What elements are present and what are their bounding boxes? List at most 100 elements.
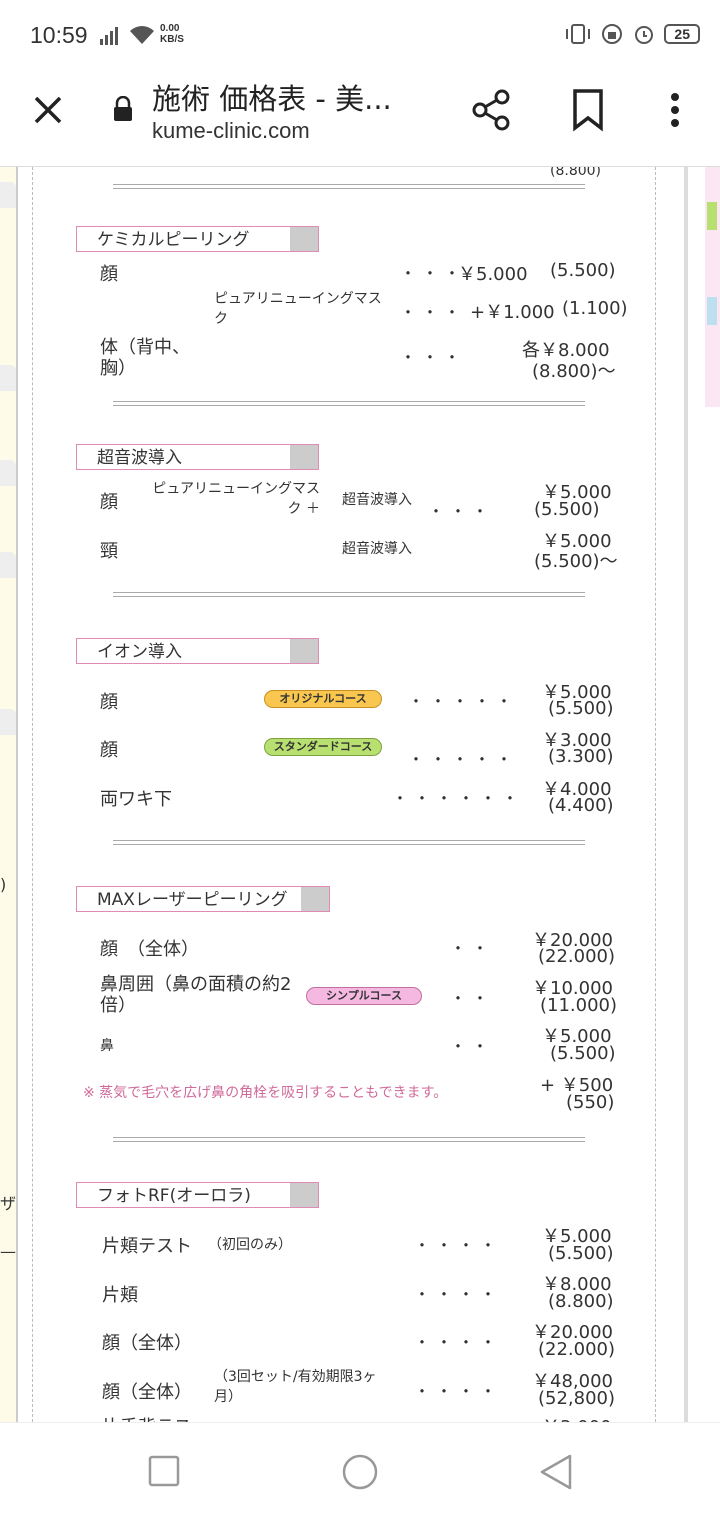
sidebar-tab[interactable] — [0, 460, 16, 486]
item-name: 顔 — [100, 264, 118, 285]
close-icon[interactable] — [28, 90, 68, 130]
leader-dots: ・・・・・ — [408, 692, 519, 711]
item-price-tax: (8.800)〜 — [532, 361, 616, 382]
item-name: 顔 （全体） — [100, 939, 199, 960]
item-name: 片頬テスト — [102, 1236, 192, 1257]
leader-dots: ・・ — [450, 939, 495, 958]
item-price-tax: (3.300) — [548, 746, 614, 767]
section-divider — [113, 1137, 585, 1142]
section-divider — [113, 840, 585, 845]
network-speed: 0.00 KB/S — [160, 23, 184, 45]
item-name: 顔 — [100, 692, 118, 713]
item-price-tax: (52,800) — [538, 1388, 616, 1409]
left-sidebar-edge — [0, 167, 18, 1422]
item-name: 顔（全体） — [102, 1382, 192, 1403]
edge-dash: — — [0, 1242, 16, 1261]
content-border-right — [655, 167, 657, 1422]
section-header-photo-rf: フォトRF(オーロラ) — [76, 1182, 319, 1208]
alarm-icon — [635, 26, 654, 44]
price-table: (8.800) ケミカルピーリング 顔 ・・・ ￥5.000 (5.500) ピ… — [38, 167, 654, 1422]
sidebar-tab[interactable] — [0, 552, 16, 578]
triangle-back-icon[interactable] — [538, 1453, 574, 1491]
circle-nav-icon[interactable] — [341, 1453, 379, 1491]
item-sub: ピュアリニューイングマスク ＋ — [152, 481, 320, 517]
leader-dots: ・・ — [450, 1037, 495, 1056]
item-sub: 超音波導入 — [342, 492, 412, 508]
right-shadow — [684, 167, 688, 1422]
status-time: 10:59 — [30, 22, 88, 48]
item-name: 顔（全体） — [102, 1333, 192, 1354]
section-divider — [113, 592, 585, 597]
leader-dots: ・・・・・ — [408, 750, 519, 769]
sidebar-tab[interactable] — [0, 182, 16, 208]
item-price: +￥1.000 — [470, 302, 555, 323]
item-name: 頸 — [100, 541, 118, 562]
note-price-tax: (550) — [566, 1092, 615, 1113]
status-right: 25 — [564, 22, 700, 46]
item-price-tax: (22.000) — [538, 1339, 616, 1360]
item-name: 片手背ラス — [102, 1413, 192, 1422]
item-name: 顔 — [100, 740, 118, 761]
section-header-ultrasonic: 超音波導入 — [76, 444, 319, 470]
leader-dots: ・・・・ — [414, 1382, 503, 1401]
edge-za: ザ — [0, 1194, 17, 1213]
section-header-max-laser: MAXレーザーピーリング — [76, 886, 330, 912]
item-price-tax: (5.500) — [550, 260, 616, 281]
square-nav-icon[interactable] — [148, 1455, 180, 1487]
item-price-tax: (5.500) — [548, 1243, 614, 1264]
item-price-tax: (5.500) — [550, 1043, 616, 1064]
course-badge-simple: シンプルコース — [306, 987, 422, 1005]
section-header-ion: イオン導入 — [76, 638, 319, 664]
page-title[interactable]: 施術 価格表 - 美... — [152, 76, 392, 118]
leader-dots: ・・・ — [400, 303, 467, 322]
item-sub: 超音波導入 — [342, 541, 412, 557]
lock-rotation-icon — [602, 24, 623, 44]
bookmark-icon[interactable] — [570, 88, 606, 132]
item-sub: （3回セット/有効期限3ヶ月） — [214, 1369, 377, 1405]
more-vert-icon[interactable] — [660, 90, 690, 134]
green-tab[interactable] — [707, 202, 717, 230]
right-sidebar-edge — [705, 167, 720, 407]
leader-dots: ・・ — [450, 989, 495, 1008]
item-name: 体（背中、胸） — [100, 337, 190, 379]
item-price-tax: (1.100) — [562, 298, 628, 319]
sidebar-tab[interactable] — [0, 365, 16, 391]
item-sub: （初回のみ） — [208, 1237, 292, 1253]
section-divider — [113, 401, 585, 406]
item-name: 片頬 — [102, 1285, 138, 1306]
blue-tab[interactable] — [707, 297, 717, 325]
content-border-left — [32, 167, 34, 1422]
web-content[interactable]: ) ザ — (8.800) ケミカルピーリング 顔 ・・・ ￥5.000 (5.… — [0, 167, 720, 1422]
item-name: ピュアリニューイングマスク — [214, 291, 382, 327]
item-name: 鼻 — [100, 1038, 114, 1054]
leader-dots: ・・・・ — [414, 1333, 503, 1352]
leader-dots: ・・・・・・ — [392, 789, 525, 808]
battery-icon: 25 — [664, 24, 700, 44]
status-bar: 10:59 0.00 KB/S 25 — [0, 0, 720, 72]
item-price: ￥5.000 — [458, 264, 528, 285]
share-icon[interactable] — [470, 88, 514, 132]
item-price-tax: (4.400) — [548, 795, 614, 816]
item-price-tax: (5.500) — [534, 499, 600, 520]
lock-icon — [114, 96, 132, 121]
section-divider — [113, 184, 585, 189]
edge-paren: ) — [0, 875, 7, 894]
item-name: 顔 — [100, 492, 118, 513]
item-name: 両ワキ下 — [100, 789, 172, 810]
browser-toolbar: 施術 価格表 - 美... kume-clinic.com — [0, 72, 720, 167]
leader-dots: ・・・ — [400, 264, 467, 283]
top-partial-price: (8.800) — [550, 167, 602, 179]
course-badge-original: オリジナルコース — [264, 690, 382, 708]
course-badge-standard: スタンダードコース — [264, 738, 382, 756]
item-name: 鼻周囲（鼻の面積の約2倍） — [100, 974, 292, 1016]
system-nav-bar — [0, 1422, 720, 1521]
item-price-tax: (22.000) — [538, 946, 616, 967]
leader-dots: ・・・ — [428, 502, 495, 521]
item-price-tax: (8.800) — [548, 1291, 614, 1312]
page-url[interactable]: kume-clinic.com — [152, 118, 310, 144]
leader-dots: ・・・ — [400, 348, 467, 367]
item-price: ￥3.000 — [542, 1413, 612, 1422]
sidebar-tab[interactable] — [0, 709, 16, 735]
leader-dots: ・・・・ — [414, 1285, 503, 1304]
vibrate-icon — [566, 24, 591, 44]
